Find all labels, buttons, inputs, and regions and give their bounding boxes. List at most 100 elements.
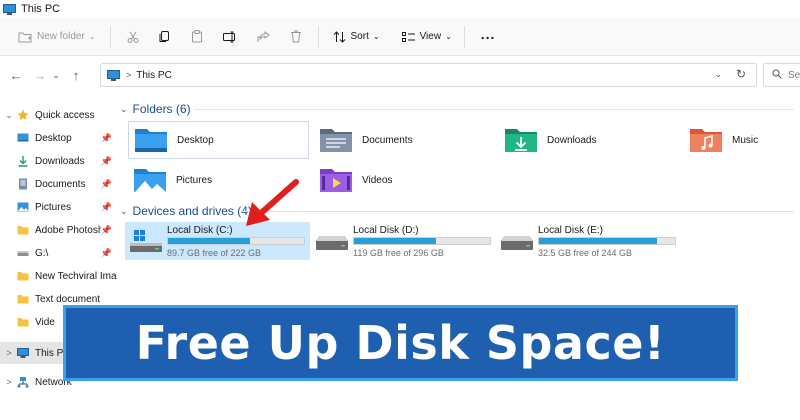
desktop-folder-icon [135, 129, 167, 152]
address-bar[interactable]: > This PC ⌄ ↻ [100, 63, 757, 87]
sidebar-item-label: Desktop [35, 132, 72, 144]
folder-name: Desktop [177, 134, 214, 146]
sidebar-item-label: Adobe Photosh [35, 224, 101, 236]
chevron-right-icon[interactable]: > [3, 348, 15, 358]
drive-tile-e[interactable]: Local Disk (E:) 32.5 GB free of 244 GB [496, 222, 681, 260]
chevron-down-icon: ⌄ [52, 69, 60, 80]
folder-tile-desktop[interactable]: Desktop [128, 121, 309, 159]
address-path[interactable]: This PC [136, 70, 172, 81]
drive-free-space: 119 GB free of 296 GB [353, 248, 444, 258]
group-divider [194, 109, 794, 110]
trash-icon [290, 30, 302, 43]
computer-icon [17, 347, 29, 359]
share-icon [257, 30, 270, 43]
red-arrow-annotation [246, 179, 299, 226]
sidebar-item-adobe-photoshop[interactable]: Adobe Photosh 📌 [0, 219, 118, 241]
delete-button[interactable] [290, 18, 302, 56]
arrow-left-icon: ← [9, 67, 23, 83]
folder-tile-downloads[interactable]: Downloads [499, 121, 680, 159]
folder-name: Documents [362, 134, 413, 146]
rename-button[interactable] [222, 18, 237, 56]
toolbar-divider [109, 25, 111, 48]
hard-drive-icon [316, 236, 348, 250]
sidebar-item-pictures[interactable]: Pictures 📌 [0, 196, 118, 218]
folder-name: Videos [362, 174, 393, 186]
sidebar-item-desktop[interactable]: Desktop 📌 [0, 127, 118, 149]
up-button[interactable]: ↑ [66, 68, 86, 83]
view-label: View [419, 31, 442, 42]
sidebar-item-documents[interactable]: Documents 📌 [0, 173, 118, 195]
folder-name: Downloads [547, 134, 597, 146]
drive-free-space: 32.5 GB free of 244 GB [538, 248, 633, 258]
drive-usage-fill [539, 238, 658, 244]
music-folder-icon [690, 129, 722, 152]
sidebar-item-g-drive[interactable]: G:\ 📌 [0, 242, 118, 264]
chevron-down-icon[interactable]: ⌄ [120, 206, 128, 217]
new-folder-icon [18, 31, 32, 43]
chevron-down-icon[interactable]: ⌄ [120, 104, 128, 115]
pin-icon[interactable]: 📌 [101, 248, 112, 259]
document-icon [17, 178, 29, 190]
pin-icon[interactable]: 📌 [101, 225, 112, 236]
sort-label: Sort [350, 31, 369, 42]
folder-tile-music[interactable]: Music [684, 121, 794, 159]
forward-button[interactable]: → [30, 68, 50, 83]
more-options-button[interactable]: ... [481, 18, 496, 56]
folders-group-header[interactable]: ⌄ Folders (6) [120, 102, 191, 116]
sort-button[interactable]: Sort ⌄ [333, 18, 380, 56]
new-folder-button[interactable]: New folder ⌄ [18, 18, 96, 56]
download-icon [17, 155, 29, 167]
folder-tile-documents[interactable]: Documents [314, 121, 495, 159]
sidebar-item-label: G:\ [35, 247, 49, 259]
drives-group-header[interactable]: ⌄ Devices and drives (4) [120, 204, 252, 218]
scissors-icon [127, 31, 139, 43]
sidebar-item-quick-access[interactable]: ⌄ Quick access [0, 104, 118, 126]
toolbar-divider [317, 25, 319, 48]
paste-button[interactable] [191, 18, 203, 56]
drive-name: Local Disk (E:) [538, 225, 604, 236]
sidebar-item-label: New Techviral Ima [35, 270, 117, 282]
cut-button[interactable] [127, 18, 139, 56]
chevron-right-icon[interactable]: > [3, 377, 15, 387]
search-input[interactable]: Se [763, 63, 800, 87]
headline-banner: Free Up Disk Space! [63, 305, 738, 381]
drive-usage-bar [167, 237, 305, 245]
chevron-down-icon[interactable]: ⌄ [3, 110, 15, 121]
view-icon [401, 31, 415, 42]
headline-text: Free Up Disk Space! [135, 316, 666, 370]
search-placeholder: Se [788, 69, 800, 81]
folder-name: Pictures [176, 174, 213, 186]
pin-icon[interactable]: 📌 [101, 202, 112, 213]
title-bar: This PC [0, 0, 800, 18]
address-dropdown-icon[interactable]: ⌄ [714, 69, 722, 80]
copy-icon [159, 30, 171, 43]
arrow-up-icon: ↑ [72, 67, 80, 83]
drive-name: Local Disk (C:) [167, 225, 233, 236]
folder-tile-videos[interactable]: Videos [314, 161, 495, 199]
pin-icon[interactable]: 📌 [101, 179, 112, 190]
rename-icon [222, 31, 237, 43]
share-button[interactable] [257, 18, 270, 56]
refresh-icon[interactable]: ↻ [736, 67, 746, 81]
copy-button[interactable] [159, 18, 171, 56]
drive-tile-d[interactable]: Local Disk (D:) 119 GB free of 296 GB [311, 222, 496, 260]
back-button[interactable]: ← [6, 68, 26, 83]
sidebar-item-new-techviral-images[interactable]: New Techviral Ima [0, 265, 118, 287]
drives-group-title: Devices and drives (4) [132, 204, 252, 218]
pin-icon[interactable]: 📌 [101, 156, 112, 167]
chevron-down-icon: ⌄ [372, 32, 380, 41]
recent-locations-button[interactable]: ⌄ [50, 70, 62, 81]
drive-usage-bar [538, 237, 676, 245]
windows-drive-icon [130, 230, 162, 252]
folder-icon [17, 270, 29, 282]
arrow-right-icon: → [33, 67, 47, 83]
hard-drive-icon [501, 236, 533, 250]
downloads-folder-icon [505, 129, 537, 152]
network-icon [17, 376, 29, 388]
view-button[interactable]: View ⌄ [401, 18, 452, 56]
sidebar-item-downloads[interactable]: Downloads 📌 [0, 150, 118, 172]
search-icon [772, 69, 782, 82]
picture-icon [17, 201, 29, 213]
sidebar-item-label: Pictures [35, 201, 72, 213]
pin-icon[interactable]: 📌 [101, 133, 112, 144]
